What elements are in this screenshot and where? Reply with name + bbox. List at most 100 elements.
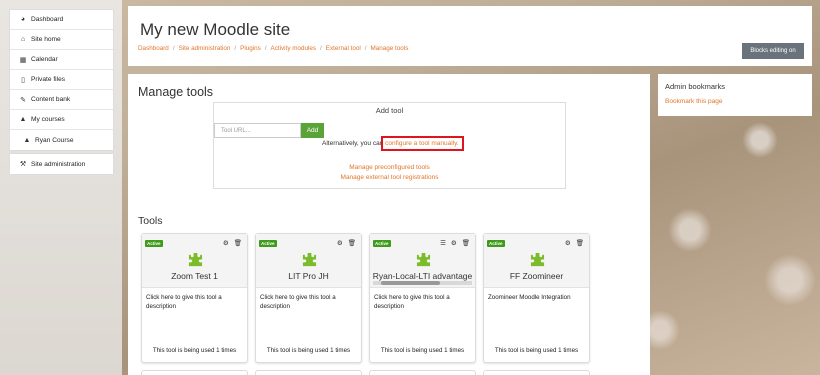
breadcrumb-plugins[interactable]: Plugins: [240, 45, 261, 52]
add-tool-title: Add tool: [375, 106, 404, 115]
tool-description[interactable]: Click here to give this tool a descripti…: [374, 293, 471, 311]
list-icon[interactable]: ☰: [440, 239, 446, 247]
add-tool-button[interactable]: Add: [301, 123, 324, 138]
nav-item-site-home[interactable]: ⌂ Site home: [10, 30, 113, 50]
add-tool-panel: Add tool Tool URL... Add Alternatively, …: [213, 102, 566, 189]
status-badge: Active: [145, 240, 163, 247]
breadcrumb-dashboard[interactable]: Dashboard: [138, 45, 169, 52]
dashboard-icon: ◕: [20, 16, 26, 23]
tool-card: [483, 370, 590, 375]
manage-tools-heading: Manage tools: [138, 85, 214, 99]
nav-item-ryan-course[interactable]: ▲ Ryan Course: [10, 130, 113, 150]
status-badge: Active: [259, 240, 277, 247]
wrench-icon: ⚒: [19, 161, 27, 168]
home-icon: ⌂: [20, 36, 26, 43]
file-icon: ▯: [21, 76, 25, 84]
tool-name: Zoom Test 1: [171, 271, 218, 281]
tool-card: Active ☰ ⚙ 🗑 Ryan-Local-LTI advantage Cl…: [369, 233, 476, 363]
manage-preconfigured-link[interactable]: Manage preconfigured tools: [214, 164, 565, 171]
tool-card-actions: ⚙ 🗑: [565, 239, 584, 247]
tool-card: [141, 370, 248, 375]
brush-icon: ✎: [20, 96, 26, 104]
puzzle-piece-icon: [302, 252, 317, 267]
breadcrumb-activity-modules[interactable]: Activity modules: [271, 45, 317, 52]
graduation-cap-icon: ▲: [19, 116, 27, 123]
blocks-editing-button[interactable]: Blocks editing on: [742, 43, 804, 59]
tool-card: Active ⚙ 🗑 FF Zoomineer Zoomineer Moodle…: [483, 233, 590, 363]
nav-item-dashboard[interactable]: ◕ Dashboard: [10, 10, 113, 30]
calendar-icon: ▦: [19, 56, 27, 64]
admin-navigation: ⚒ Site administration: [9, 153, 114, 175]
puzzle-piece-icon: [530, 252, 545, 267]
trash-icon[interactable]: 🗑: [234, 239, 242, 247]
nav-item-label: Ryan Course: [35, 136, 74, 144]
breadcrumb: Dashboard / Site administration / Plugin…: [138, 45, 408, 52]
tool-card: Active ⚙ 🗑 LIT Pro JH Click here to give…: [255, 233, 362, 363]
gear-icon[interactable]: ⚙: [451, 239, 457, 247]
tool-usage: This tool is being used 1 times: [494, 347, 579, 354]
tool-card: [369, 370, 476, 375]
page-title: My new Moodle site: [140, 20, 291, 39]
breadcrumb-manage-tools[interactable]: Manage tools: [371, 45, 409, 52]
main-content: Manage tools Add tool Tool URL... Add Al…: [128, 74, 650, 375]
highlight-box: [381, 136, 464, 151]
tool-usage: This tool is being used 1 times: [152, 347, 237, 354]
page-header: My new Moodle site Dashboard / Site admi…: [128, 6, 812, 66]
left-column: ◕ Dashboard ⌂ Site home ▦ Calendar ▯ Pri…: [0, 0, 122, 375]
tool-description[interactable]: Click here to give this tool a descripti…: [146, 293, 243, 311]
tool-card-header: Active ⚙ 🗑 LIT Pro JH: [256, 234, 361, 288]
tool-card: [255, 370, 362, 375]
puzzle-piece-icon: [188, 252, 203, 267]
tool-url-input[interactable]: Tool URL...: [214, 123, 301, 138]
alternative-prefix: Alternatively, you can: [322, 140, 386, 147]
nav-item-content-bank[interactable]: ✎ Content bank: [10, 90, 113, 110]
breadcrumb-separator: /: [320, 45, 322, 52]
tool-description[interactable]: Click here to give this tool a descripti…: [260, 293, 357, 311]
nav-item-label: My courses: [31, 116, 65, 123]
nav-item-my-courses[interactable]: ▲ My courses: [10, 110, 113, 130]
status-badge: Active: [487, 240, 505, 247]
gear-icon[interactable]: ⚙: [223, 239, 229, 247]
tool-card-actions: ⚙ 🗑: [223, 239, 242, 247]
gear-icon[interactable]: ⚙: [565, 239, 571, 247]
scrollbar-thumb[interactable]: [381, 281, 441, 285]
tool-card-header: Active ⚙ 🗑 Zoom Test 1: [142, 234, 247, 288]
breadcrumb-site-administration[interactable]: Site administration: [179, 45, 231, 52]
nav-item-label: Site administration: [31, 160, 86, 168]
puzzle-piece-icon: [416, 252, 431, 267]
breadcrumb-external-tool[interactable]: External tool: [326, 45, 361, 52]
nav-item-label: Private files: [31, 76, 66, 83]
tool-name: LIT Pro JH: [288, 271, 329, 281]
trash-icon[interactable]: 🗑: [462, 239, 470, 247]
tool-card: Active ⚙ 🗑 Zoom Test 1 Click here to giv…: [141, 233, 248, 363]
tool-usage: This tool is being used 1 times: [380, 347, 465, 354]
nav-item-label: Calendar: [31, 56, 58, 63]
admin-bookmarks-title: Admin bookmarks: [665, 82, 726, 91]
tool-name: Ryan-Local-LTI advantage: [372, 271, 473, 281]
tool-card-header: Active ☰ ⚙ 🗑 Ryan-Local-LTI advantage: [370, 234, 475, 288]
breadcrumb-separator: /: [234, 45, 237, 52]
graduation-cap-icon: ▲: [23, 136, 31, 144]
nav-item-site-administration[interactable]: ⚒ Site administration: [10, 154, 113, 174]
nav-item-calendar[interactable]: ▦ Calendar: [10, 50, 113, 70]
tool-usage: This tool is being used 1 times: [266, 347, 351, 354]
nav-item-label: Site home: [31, 36, 61, 43]
manage-registrations-link[interactable]: Manage external tool registrations: [214, 174, 565, 181]
tool-card-actions: ☰ ⚙ 🗑: [440, 239, 470, 247]
tools-heading: Tools: [138, 215, 163, 227]
breadcrumb-separator: /: [264, 45, 267, 52]
nav-item-private-files[interactable]: ▯ Private files: [10, 70, 113, 90]
gear-icon[interactable]: ⚙: [337, 239, 343, 247]
breadcrumb-separator: /: [364, 45, 367, 52]
trash-icon[interactable]: 🗑: [348, 239, 356, 247]
tool-name-scrollbar[interactable]: [373, 281, 472, 285]
breadcrumb-separator: /: [172, 45, 175, 52]
primary-navigation: ◕ Dashboard ⌂ Site home ▦ Calendar ▯ Pri…: [9, 9, 114, 151]
tool-card-header: Active ⚙ 🗑 FF Zoomineer: [484, 234, 589, 288]
tool-name: FF Zoomineer: [509, 271, 564, 281]
admin-bookmarks-block: Admin bookmarks Bookmark this page: [658, 74, 812, 116]
status-badge: Active: [373, 240, 391, 247]
tool-description[interactable]: Zoomineer Moodle Integration: [488, 293, 585, 302]
trash-icon[interactable]: 🗑: [576, 239, 584, 247]
bookmark-page-link[interactable]: Bookmark this page: [665, 98, 722, 105]
